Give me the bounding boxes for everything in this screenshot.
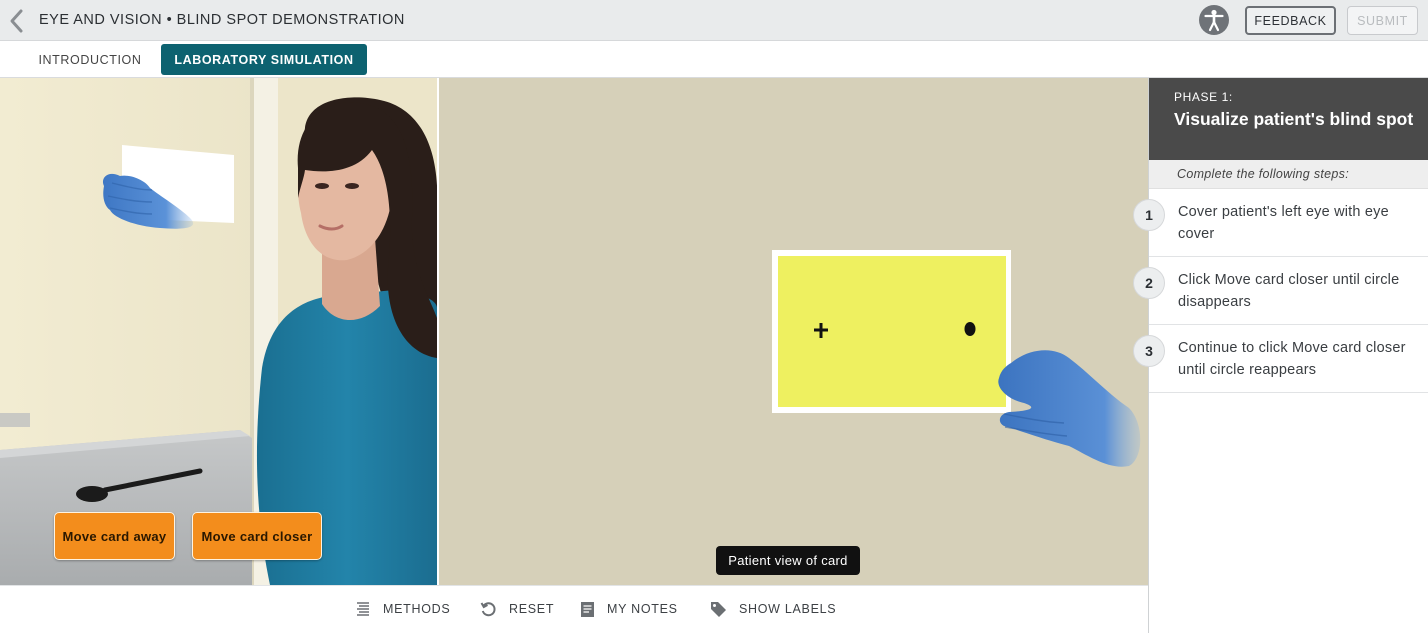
show-labels-label: SHOW LABELS [739, 602, 837, 616]
top-bar: EYE AND VISION • BLIND SPOT DEMONSTRATIO… [0, 0, 1428, 41]
step-number: 1 [1133, 199, 1165, 231]
step-item: 2 Click Move card closer until circle di… [1133, 257, 1428, 325]
phase-number: PHASE 1: [1174, 90, 1233, 104]
tab-laboratory-simulation[interactable]: LABORATORY SIMULATION [161, 44, 367, 75]
tab-introduction[interactable]: INTRODUCTION [26, 44, 154, 75]
submit-button[interactable]: SUBMIT [1347, 6, 1418, 35]
methods-label: METHODS [383, 602, 451, 616]
reset-button[interactable]: RESET [480, 598, 554, 620]
my-notes-button[interactable]: MY NOTES [580, 598, 678, 620]
patient-view: Patient view of card [439, 78, 1148, 585]
page-title: EYE AND VISION • BLIND SPOT DEMONSTRATIO… [39, 12, 405, 28]
show-labels-button[interactable]: SHOW LABELS [710, 598, 836, 620]
my-notes-label: MY NOTES [607, 602, 678, 616]
reset-icon [480, 601, 496, 616]
examiner-view: Move card away Move card closer [0, 78, 437, 585]
move-card-away-button[interactable]: Move card away [54, 512, 175, 560]
tab-bar: INTRODUCTION LABORATORY SIMULATION [0, 41, 1428, 78]
step-text: Click Move card closer until circle disa… [1178, 272, 1400, 310]
patient-view-label: Patient view of card [716, 546, 860, 575]
tag-icon [711, 601, 726, 617]
steps-panel: PHASE 1: Visualize patient's blind spot … [1133, 78, 1428, 633]
chevron-left-icon[interactable] [6, 8, 28, 34]
feedback-button[interactable]: FEEDBACK [1245, 6, 1336, 35]
reset-label: RESET [509, 602, 555, 616]
notes-icon [581, 601, 594, 617]
step-item: 3 Continue to click Move card closer unt… [1133, 325, 1428, 393]
card-illustration [772, 250, 1141, 467]
step-item: 1 Cover patient's left eye with eye cove… [1133, 189, 1428, 257]
move-card-closer-button[interactable]: Move card closer [192, 512, 322, 560]
accessibility-icon[interactable] [1199, 5, 1229, 35]
bottom-toolbar: METHODS RESET MY NOTES SHOW LABELS [0, 585, 1148, 633]
step-text: Continue to click Move card closer until… [1178, 340, 1406, 378]
step-text: Cover patient's left eye with eye cover [1178, 204, 1389, 242]
instruction-text: Complete the following steps: [1149, 160, 1428, 189]
exam-room-illustration [0, 78, 437, 585]
step-number: 3 [1133, 335, 1165, 367]
phase-title: Visualize patient's blind spot [1174, 109, 1414, 129]
step-number: 2 [1133, 267, 1165, 299]
phase-header: PHASE 1: Visualize patient's blind spot [1149, 78, 1428, 160]
list-icon [357, 602, 369, 616]
methods-button[interactable]: METHODS [355, 598, 450, 620]
